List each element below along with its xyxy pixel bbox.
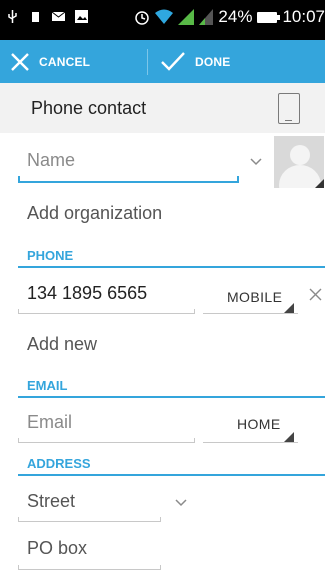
phone-section-label: PHONE bbox=[27, 248, 74, 263]
add-organization-button[interactable]: Add organization bbox=[27, 203, 162, 224]
street-field[interactable]: Street bbox=[27, 491, 75, 512]
done-button[interactable]: DONE bbox=[161, 40, 230, 83]
account-row[interactable]: Phone contact bbox=[0, 83, 325, 133]
battery-percent: 24% bbox=[218, 7, 253, 26]
action-bar: CANCEL DONE bbox=[0, 40, 325, 83]
email-underline-right bbox=[194, 438, 195, 443]
street-underline-left bbox=[18, 517, 19, 522]
mail-icon bbox=[52, 11, 65, 21]
email-field[interactable]: Email bbox=[27, 412, 72, 433]
signal-1-icon bbox=[178, 9, 195, 25]
email-underline bbox=[18, 442, 195, 443]
add-new-phone-button[interactable]: Add new bbox=[27, 334, 97, 355]
phone-type-label[interactable]: MOBILE bbox=[227, 289, 282, 305]
po-box-underline bbox=[18, 569, 161, 570]
email-type-spinner-icon[interactable] bbox=[284, 432, 294, 442]
battery-icon bbox=[257, 11, 281, 23]
phone-number-field[interactable]: 134 1895 6565 bbox=[27, 283, 147, 304]
sd-card-icon bbox=[32, 12, 39, 22]
phone-type-spinner-icon[interactable] bbox=[284, 303, 294, 313]
account-label: Phone contact bbox=[31, 98, 147, 118]
expand-address-chevron-icon[interactable] bbox=[175, 499, 187, 507]
phone-underline-right bbox=[194, 309, 195, 314]
cancel-label: CANCEL bbox=[39, 54, 91, 69]
status-bar: 24% 10:07 bbox=[0, 0, 325, 40]
name-field[interactable]: Name bbox=[27, 150, 75, 171]
wifi-icon bbox=[155, 9, 174, 24]
system-status: 24% 10:07 bbox=[134, 7, 325, 27]
email-section-line bbox=[18, 396, 325, 398]
check-icon bbox=[161, 51, 185, 71]
email-type-underline bbox=[203, 442, 298, 443]
po-box-underline-right bbox=[160, 565, 161, 570]
address-section-label: ADDRESS bbox=[27, 456, 91, 471]
email-type-label[interactable]: HOME bbox=[237, 416, 281, 432]
contact-photo[interactable] bbox=[274, 136, 324, 188]
alarm-icon bbox=[135, 11, 150, 25]
clock: 10:07 bbox=[282, 7, 325, 26]
photo-corner-icon bbox=[315, 179, 324, 188]
name-underline-right bbox=[237, 176, 239, 182]
notification-icons bbox=[6, 10, 88, 23]
phone-device-icon bbox=[278, 93, 300, 124]
avatar-head bbox=[290, 145, 310, 165]
po-box-underline-left bbox=[18, 565, 19, 570]
address-section-line bbox=[18, 474, 325, 476]
done-label: DONE bbox=[195, 54, 231, 69]
cancel-button[interactable]: CANCEL bbox=[11, 40, 90, 83]
phone-underline-left bbox=[18, 309, 19, 314]
close-icon bbox=[11, 52, 29, 71]
po-box-field[interactable]: PO box bbox=[27, 538, 87, 559]
gallery-icon bbox=[75, 10, 88, 23]
street-underline-right bbox=[160, 517, 161, 522]
signal-2-icon bbox=[199, 9, 214, 25]
phone-underline bbox=[18, 313, 195, 314]
remove-phone-icon[interactable] bbox=[309, 288, 322, 301]
address-section-header: ADDRESS bbox=[0, 454, 325, 476]
expand-name-chevron-icon[interactable] bbox=[250, 158, 262, 166]
email-section-label: EMAIL bbox=[27, 378, 68, 393]
email-section-header: EMAIL bbox=[0, 376, 325, 398]
email-underline-left bbox=[18, 438, 19, 443]
name-underline-left bbox=[18, 176, 20, 182]
phone-type-underline bbox=[203, 313, 298, 314]
name-underline bbox=[18, 181, 239, 183]
phone-section-line bbox=[18, 266, 325, 268]
usb-icon bbox=[8, 10, 17, 23]
phone-section-header: PHONE bbox=[0, 246, 325, 268]
action-divider bbox=[147, 49, 148, 75]
street-underline bbox=[18, 521, 161, 522]
